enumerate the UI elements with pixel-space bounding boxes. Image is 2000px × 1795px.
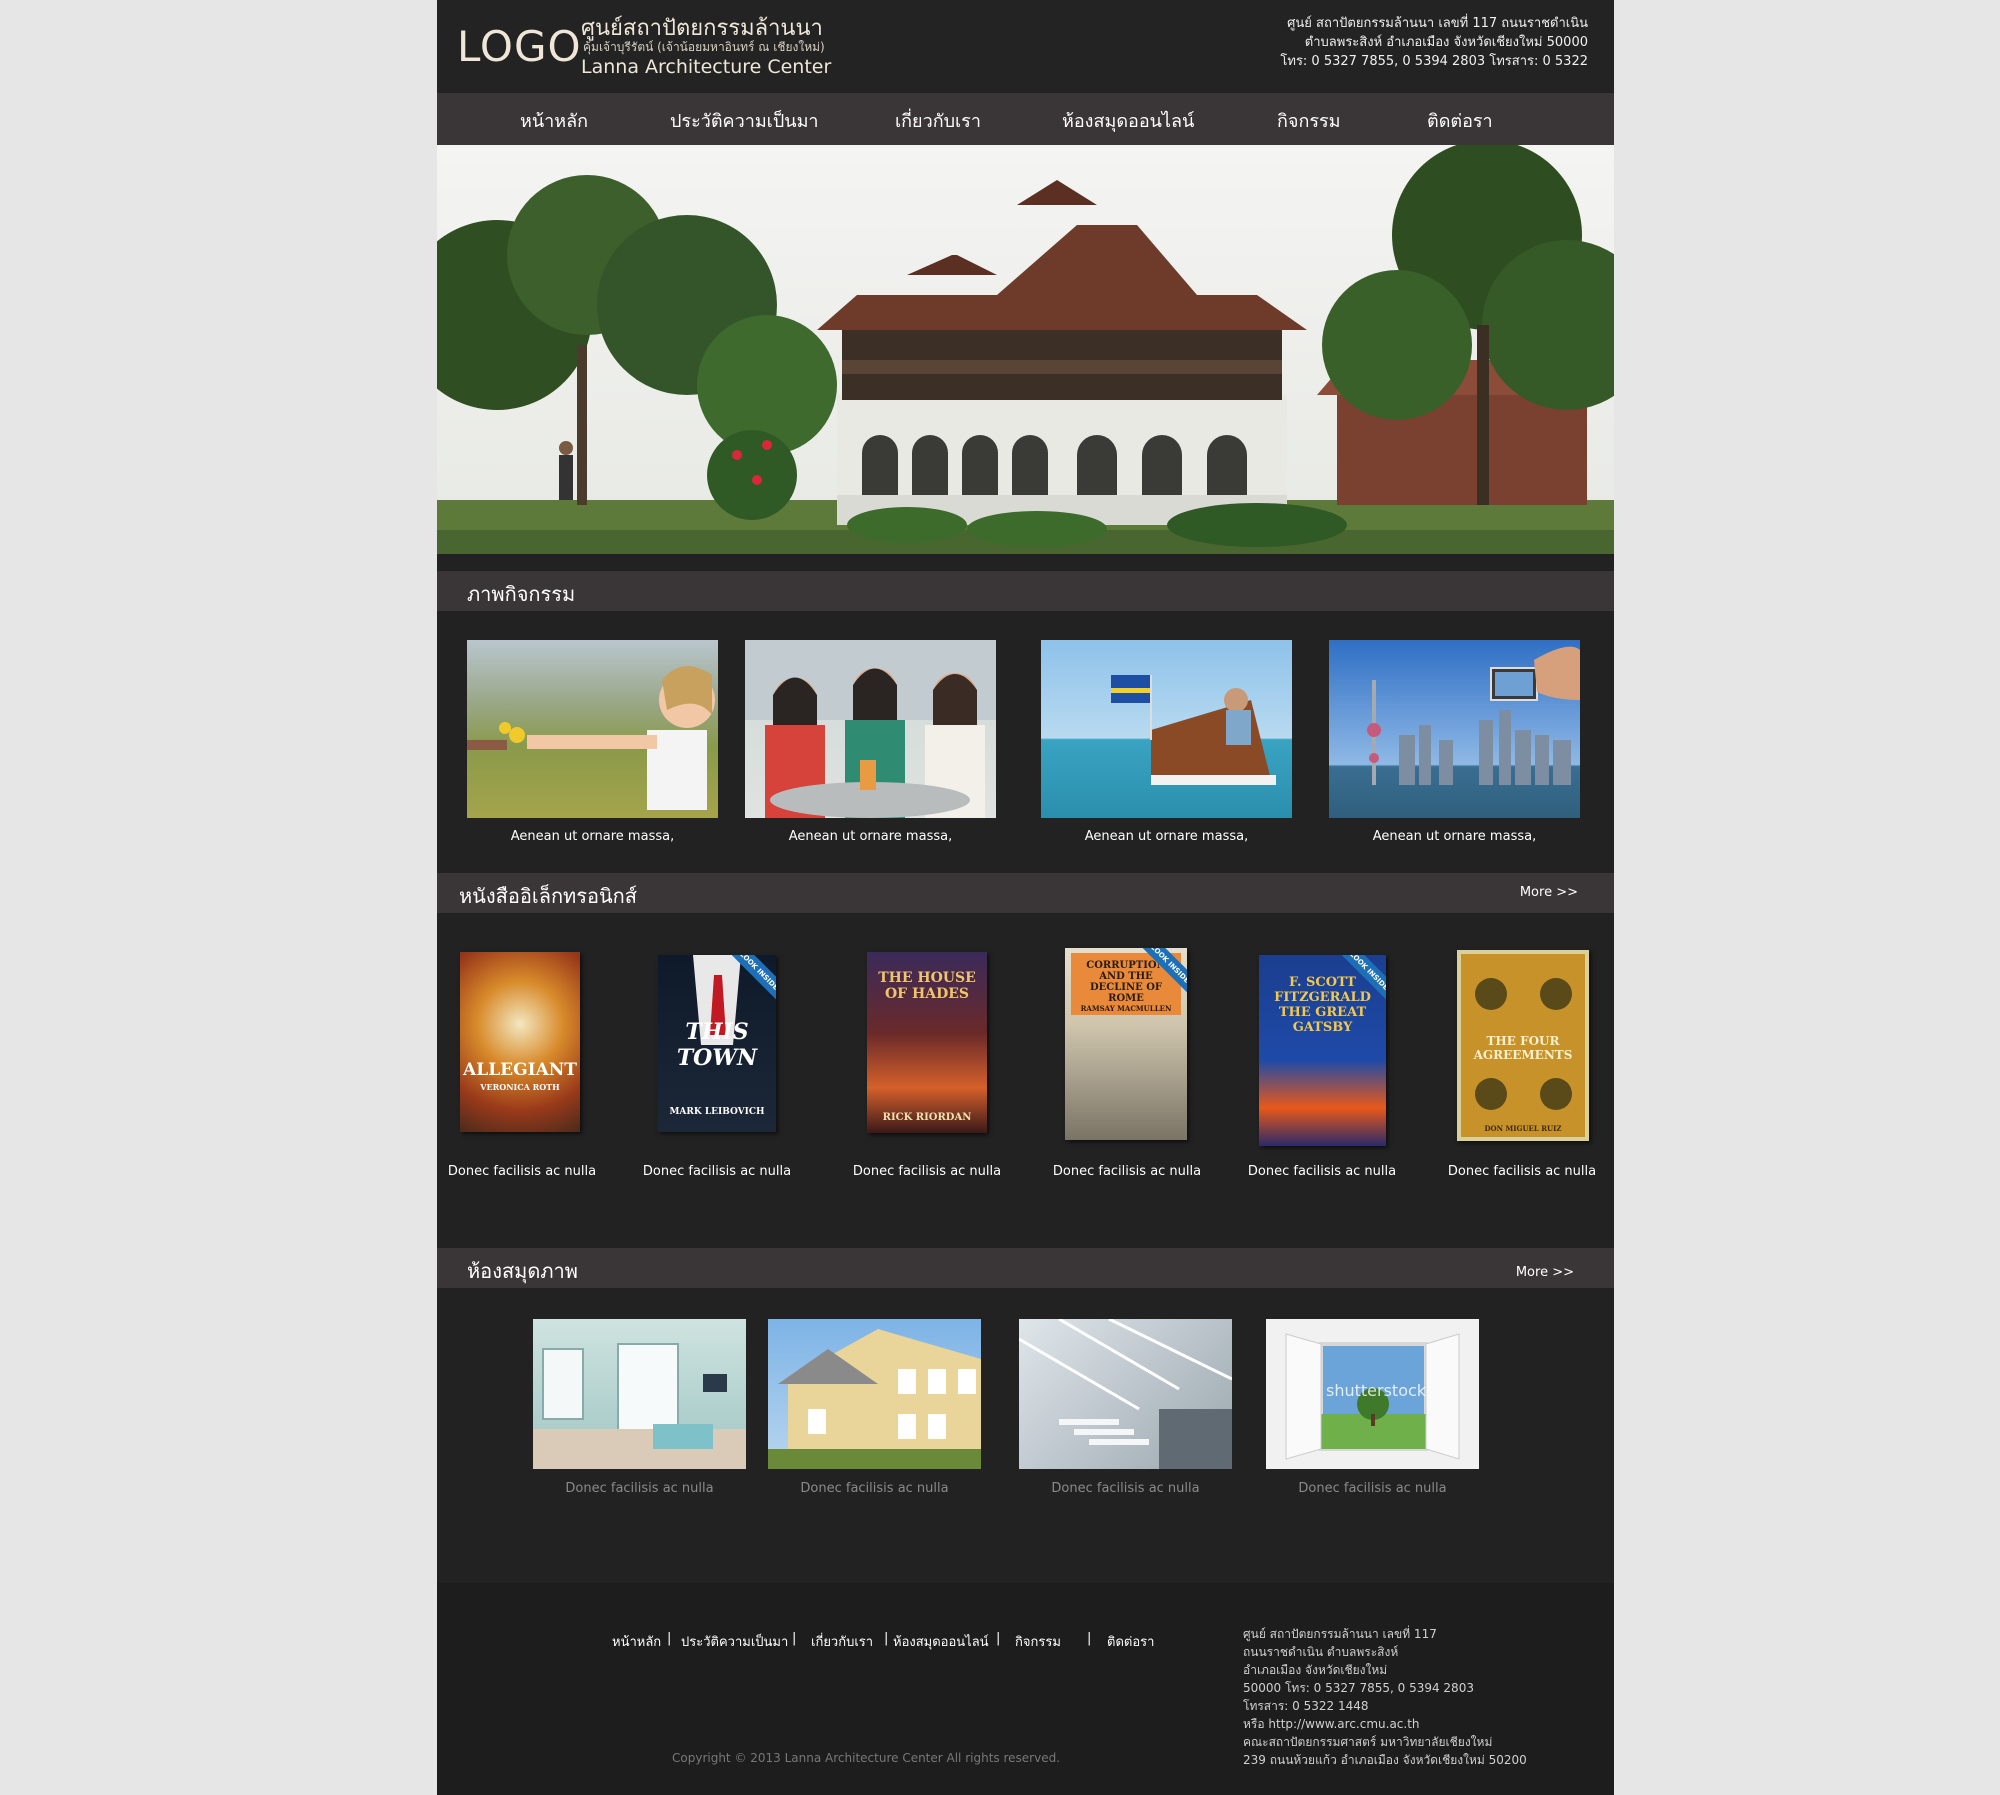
ebooks-header: หนังสืออิเล็กทรอนิกส์ More >> [437,873,1614,913]
footer-link-activities[interactable]: กิจกรรม [1015,1631,1061,1652]
activity-caption: Aenean ut ornare massa, [788,829,953,844]
footer-separator: | [667,1631,672,1646]
gallery-photo[interactable]: shutterstock [1266,1319,1479,1469]
activity-caption: Aenean ut ornare massa, [1372,829,1537,844]
ebook-cover-author: RICK RIORDAN [882,1112,972,1123]
ebook-cover-author: DON MIGUEL RUIZ [1484,1124,1562,1133]
footer-link-home[interactable]: หน้าหลัก [612,1631,661,1652]
ebook-cover[interactable]: THIS TOWN MARK LEIBOVICH LOOK INSIDE [658,955,776,1132]
footer-link-about[interactable]: เกี่ยวกับเรา [811,1631,873,1652]
ebooks-title: หนังสืออิเล็กทรอนิกส์ [459,884,637,908]
nav-item-home[interactable]: หน้าหลัก [520,106,588,135]
gallery-photo[interactable] [768,1319,981,1469]
ebook-caption: Donec facilisis ac nulla [1247,1164,1397,1179]
nav-item-online-library[interactable]: ห้องสมุดออนไลน์ [1062,106,1194,135]
ebook-cover-author: RAMSAY MACMULLEN [1080,1004,1172,1013]
activity-photo[interactable] [1041,640,1292,818]
footer-address-line: โทรสาร: 0 5322 1448 [1243,1699,1369,1713]
ebook-cover[interactable]: THE HOUSE OF HADES RICK RIORDAN [867,952,987,1133]
ebook-caption: Donec facilisis ac nulla [1447,1164,1597,1179]
ebook-cover[interactable]: ALLEGIANT VERONICA ROTH [460,952,580,1132]
ebook-cover[interactable]: THE FOUR AGREEMENTS DON MIGUEL RUIZ [1457,950,1589,1141]
footer-address: ศูนย์ สถาปัตยกรรมล้านนา เลขที่ 117 ถนนรา… [1243,1625,1527,1769]
nav-item-history[interactable]: ประวัติความเป็นมา [670,106,819,135]
ebook-caption: Donec facilisis ac nulla [447,1164,597,1179]
ebook-caption: Donec facilisis ac nulla [642,1164,792,1179]
footer-link-history[interactable]: ประวัติความเป็นมา [681,1631,788,1652]
gallery-photo-house [768,1329,981,1469]
nav-item-about[interactable]: เกี่ยวกับเรา [895,106,981,135]
activity-caption: Aenean ut ornare massa, [510,829,675,844]
gallery-more-link[interactable]: More >> [1516,1265,1574,1280]
ebook-cover-title: THE FOUR AGREEMENTS [1473,1034,1573,1062]
hero-house-illustration [437,145,1614,554]
gallery-caption: Donec facilisis ac nulla [800,1481,949,1496]
gallery-title: ห้องสมุดภาพ [467,1259,578,1283]
ebook-cover-title: THE HOUSE OF HADES [878,970,976,1002]
ebook-caption: Donec facilisis ac nulla [852,1164,1002,1179]
activities-header: ภาพกิจกรรม [437,571,1614,611]
ebook-cover[interactable]: F. SCOTT FITZGERALD THE GREAT GATSBY LOO… [1259,955,1386,1146]
activity-photo-city-skyline [1367,646,1580,785]
gallery-photo[interactable] [533,1319,746,1469]
footer-separator: | [1087,1631,1092,1646]
ebook-caption: Donec facilisis ac nulla [1052,1164,1202,1179]
activity-photo[interactable] [467,640,718,818]
footer-address-line: 50000 โทร: 0 5327 7855, 0 5394 2803 [1243,1681,1474,1695]
footer-separator: | [884,1631,889,1646]
main-nav: หน้าหลัก ประวัติความเป็นมา เกี่ยวกับเรา … [437,93,1614,145]
gallery-photo-staircase [1019,1319,1232,1469]
header-address-line: ตำบลพระสิงห์ อำเภอเมือง จังหวัดเชียงใหม่… [1304,35,1588,50]
copyright-text: Copyright © 2013 Lanna Architecture Cent… [672,1751,1061,1765]
ebook-cover[interactable]: CORRUPTION AND THE DECLINE OF ROME RAMSA… [1065,948,1187,1140]
activity-photo-women-cafe [745,640,996,818]
activity-caption: Aenean ut ornare massa, [1084,829,1249,844]
logo[interactable]: LOGO [457,22,582,71]
watermark-text: shutterstock [1326,1381,1427,1400]
gallery-photo[interactable] [1019,1319,1232,1469]
footer-address-line: ศูนย์ สถาปัตยกรรมล้านนา เลขที่ 117 [1243,1627,1437,1641]
brand-subtitle: คุ้มเจ้าบุรีรัตน์ (เจ้าน้อยมหาอินทร์ ณ เ… [583,40,825,54]
activity-photo[interactable] [1329,640,1580,818]
nav-item-activities[interactable]: กิจกรรม [1277,106,1341,135]
ebook-cover-author: MARK LEIBOVICH [669,1107,765,1117]
header-address-line: ศูนย์ สถาปัตยกรรมล้านนา เลขที่ 117 ถนนรา… [1287,16,1588,31]
footer-address-line: 239 ถนนห้วยแก้ว อำเภอเมือง จังหวัดเชียงใ… [1243,1753,1527,1767]
header-address-line: โทร: 0 5327 7855, 0 5394 2803 โทรสาร: 0 … [1280,54,1588,69]
header-address: ศูนย์ สถาปัตยกรรมล้านนา เลขที่ 117 ถนนรา… [1168,14,1588,71]
ebooks-more-link[interactable]: More >> [1520,885,1578,900]
hero-image [437,145,1614,554]
activities-title: ภาพกิจกรรม [467,582,576,606]
page-container: LOGO ศูนย์สถาปัตยกรรมล้านนา คุ้มเจ้าบุรี… [437,0,1614,1795]
gallery-photo-living-room [533,1343,746,1469]
activity-photo-boat [1111,675,1276,785]
site-header: LOGO ศูนย์สถาปัตยกรรมล้านนา คุ้มเจ้าบุรี… [437,0,1614,93]
gallery-caption: Donec facilisis ac nulla [1298,1481,1447,1496]
footer-address-line: อำเภอเมือง จังหวัดเชียงใหม่ [1243,1663,1388,1677]
activity-photo[interactable] [745,640,996,818]
gallery-caption: Donec facilisis ac nulla [1051,1481,1200,1496]
activity-photo-girl-flowers [467,666,715,810]
site-footer: หน้าหลัก | ประวัติความเป็นมา | เกี่ยวกับ… [437,1583,1614,1795]
ebook-cover-title: F. SCOTT FITZGERALD THE GREAT GATSBY [1274,975,1371,1035]
ebook-cover-title: ALLEGIANT [463,1060,577,1080]
gallery-caption: Donec facilisis ac nulla [565,1481,714,1496]
footer-address-line: หรือ http://www.arc.cmu.ac.th [1243,1717,1420,1731]
nav-item-contact[interactable]: ติดต่อรา [1427,106,1493,135]
ebook-cover-author: VERONICA ROTH [480,1082,560,1092]
ebook-cover-title: THIS TOWN [676,1019,758,1071]
brand-name-english: Lanna Architecture Center [581,56,832,78]
footer-address-line: ถนนราชดำเนิน ตำบลพระสิงห์ [1243,1645,1399,1659]
gallery-header: ห้องสมุดภาพ More >> [437,1248,1614,1288]
footer-separator: | [792,1631,797,1646]
footer-link-online-library[interactable]: ห้องสมุดออนไลน์ [893,1631,989,1652]
footer-separator: | [996,1631,1001,1646]
footer-address-line: คณะสถาปัตยกรรมศาสตร์ มหาวิทยาลัยเชียงใหม… [1243,1735,1493,1749]
footer-link-contact[interactable]: ติดต่อรา [1107,1631,1154,1652]
